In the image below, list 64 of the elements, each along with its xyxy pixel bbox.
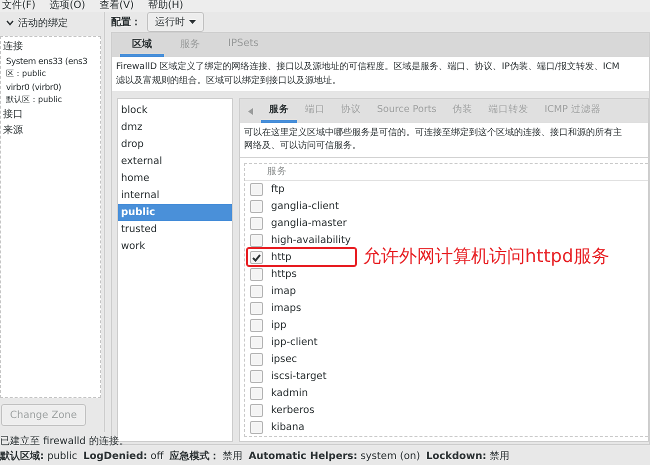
status-item: 默认区域: public <box>0 450 78 464</box>
status-item: Automatic Helpers: system (on) <box>248 450 420 464</box>
status-item: Lockdown: 禁用 <box>426 450 510 464</box>
service-name: kadmin <box>271 388 308 399</box>
binding-name[interactable]: System ens33 (ens3 <box>6 56 100 68</box>
scroll-left-icon[interactable] <box>248 108 253 114</box>
zone-item[interactable]: internal <box>118 187 232 204</box>
zone-item[interactable]: trusted <box>118 221 232 238</box>
menu-item[interactable]: 帮助(H) <box>148 0 184 12</box>
zone-item[interactable]: drop <box>118 136 232 153</box>
tab[interactable]: 服务 <box>261 99 297 123</box>
checkbox[interactable] <box>250 217 263 230</box>
bindings-group[interactable]: 接口 <box>1 107 100 123</box>
checkbox[interactable] <box>250 285 263 298</box>
service-name: ipsec <box>271 354 297 365</box>
status-message: 已建立至 firewalld 的连接。 <box>0 434 130 449</box>
bindings-group[interactable]: 连接 <box>1 39 100 55</box>
binding-zone: 默认区：public <box>6 94 64 105</box>
bindings-group[interactable]: 来源 <box>1 123 100 139</box>
checkbox[interactable] <box>250 370 263 383</box>
bindings-title: 活动的绑定 <box>18 16 68 30</box>
service-name: https <box>271 269 297 280</box>
zone-item[interactable]: external <box>118 153 232 170</box>
zone-description: FirewallD 区域定义了绑定的网络连接、接口以及源地址的可信程度。区域是服务、端口、协议、IP伪装、端口/报文转发、ICM 滤以及富规则的组合。区域可以绑定到接口以及源地址。 <box>112 57 649 91</box>
caret-icon <box>189 20 196 24</box>
services-description: 可以在这里定义区域中哪些服务是可信的。可连接至绑定到这个区域的连接、接口和源的所有主 网络及、可以访问可信服务。 <box>240 123 648 158</box>
service-name: high-availability <box>271 235 351 246</box>
checkbox[interactable] <box>250 387 263 400</box>
checkbox[interactable] <box>250 234 263 247</box>
checkbox[interactable] <box>250 251 263 264</box>
service-name: ganglia-master <box>271 218 347 229</box>
status-item: LogDenied: off <box>83 450 164 464</box>
config-label: 配置： <box>111 16 141 29</box>
zone-item[interactable]: work <box>118 238 232 255</box>
checkbox[interactable] <box>250 421 263 434</box>
zone-item[interactable]: home <box>118 170 232 187</box>
checkbox[interactable] <box>250 302 263 315</box>
checkbox[interactable] <box>250 336 263 349</box>
service-name: http <box>271 252 292 263</box>
menu-item[interactable]: 查看(V) <box>99 0 134 12</box>
zone-item[interactable]: block <box>118 102 232 119</box>
service-name: kibana <box>271 422 305 433</box>
checkbox[interactable] <box>250 200 263 213</box>
binding-name[interactable]: virbr0 (virbr0) <box>6 82 100 94</box>
menu-item[interactable]: 选项(O) <box>50 0 86 12</box>
annotation-text: 允许外网计算机访问httpd服务 <box>363 245 610 268</box>
checkbox[interactable] <box>250 319 263 332</box>
service-name: iscsi-target <box>271 371 326 382</box>
service-name: ganglia-client <box>271 201 339 212</box>
checkbox[interactable] <box>250 353 263 366</box>
binding-zone: 区：public <box>6 68 48 79</box>
service-name: ftp <box>271 184 285 195</box>
service-name: kerberos <box>271 405 314 416</box>
checkbox[interactable] <box>250 404 263 417</box>
chevron-icon[interactable] <box>6 20 14 26</box>
config-dropdown[interactable]: 运行时 <box>147 12 204 32</box>
service-name: ipp-client <box>271 337 318 348</box>
checkbox[interactable] <box>250 183 263 196</box>
zone-item[interactable]: dmz <box>118 119 232 136</box>
service-name: imaps <box>271 303 302 314</box>
service-name: imap <box>271 286 296 297</box>
checkbox[interactable] <box>250 268 263 281</box>
status-item: 应急模式： 禁用 <box>169 449 243 464</box>
service-name: ipp <box>271 320 286 331</box>
